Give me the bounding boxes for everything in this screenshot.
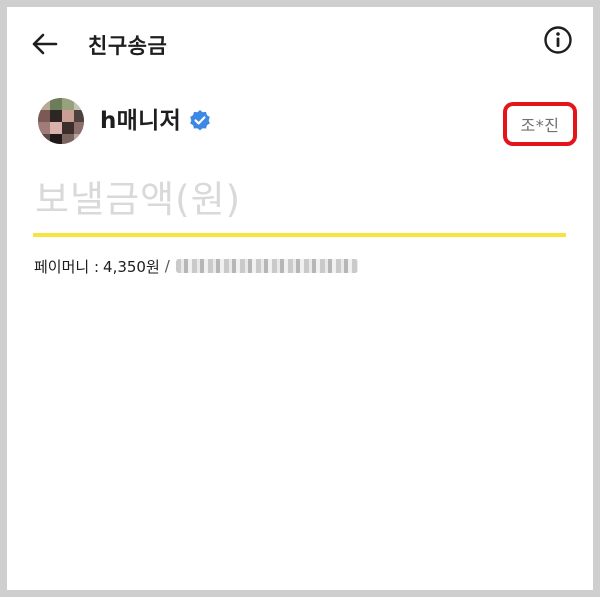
avatar <box>38 98 84 144</box>
real-name-highlight: 조*진 <box>503 102 577 146</box>
recipient-name: h매니저 <box>100 108 182 134</box>
balance-amount: 4,350원 <box>103 257 160 276</box>
balance-row: 페이머니 : 4,350원 / <box>34 255 358 277</box>
page-title: 친구송금 <box>88 34 168 58</box>
amount-underline <box>33 233 566 237</box>
app-screen: 친구송금 h매니저 조*진 보낼금액(원) 페이머니: 4,350원 / <box>7 7 593 590</box>
balance-separator: / <box>164 257 170 275</box>
amount-input[interactable] <box>35 170 565 228</box>
info-button[interactable] <box>543 25 573 59</box>
masked-account-info <box>175 259 358 273</box>
info-circle-icon <box>543 25 573 59</box>
recipient-real-name: 조*진 <box>520 116 560 135</box>
back-button[interactable] <box>27 29 61 63</box>
balance-label: 페이머니 : <box>34 257 100 276</box>
arrow-left-icon <box>30 32 58 60</box>
verified-badge-icon <box>188 109 212 133</box>
